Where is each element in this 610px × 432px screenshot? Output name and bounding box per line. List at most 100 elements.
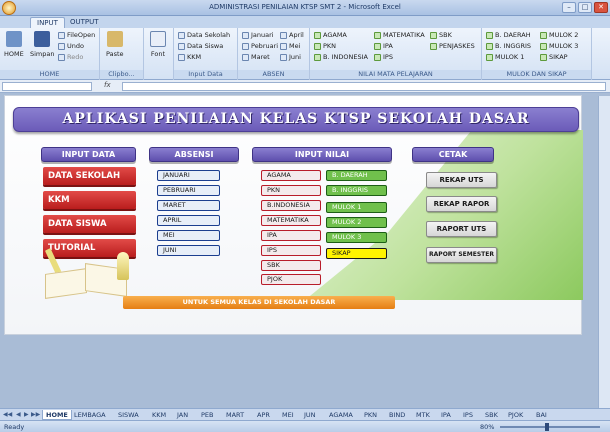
nilai-mulok2[interactable]: MULOK 2 [326, 217, 387, 228]
sheet-tab-agama[interactable]: AGAMA [326, 410, 356, 420]
sheet-tab-jun[interactable]: JUN [301, 410, 319, 420]
rekap-uts-button[interactable]: REKAP UTS [426, 172, 497, 188]
undo-button[interactable]: Undo [58, 42, 84, 50]
nilai-pjok[interactable]: PJOK [261, 274, 321, 285]
ribbon-mulok2[interactable]: MULOK 2 [540, 31, 578, 39]
font-button[interactable]: Font [150, 31, 166, 58]
paste-button[interactable]: Paste [106, 31, 124, 58]
ribbon-data-sekolah[interactable]: Data Sekolah [178, 31, 230, 39]
book-illustration [27, 248, 137, 299]
zoom-slider-thumb[interactable] [545, 423, 549, 431]
nilai-agama[interactable]: AGAMA [261, 170, 321, 181]
rekap-rapor-button[interactable]: REKAP RAPOR [426, 196, 497, 212]
dashboard-canvas: APLIKASI PENILAIAN KELAS KTSP SEKOLAH DA… [4, 95, 583, 335]
group-clipboard: Paste Clipbo... [100, 28, 144, 80]
grade-icon [430, 42, 437, 50]
grade-icon [430, 31, 437, 39]
nilai-ips[interactable]: IPS [261, 245, 321, 256]
sheet-tab-lembaga[interactable]: LEMBAGA [71, 410, 109, 420]
ribbon-maret[interactable]: Maret [242, 53, 270, 61]
ribbon-penjaskes[interactable]: PENJASKES [430, 42, 475, 50]
next-sheet-icon[interactable]: ▶ [24, 411, 29, 418]
first-sheet-icon[interactable]: ◀◀ [3, 411, 12, 418]
sheet-tab-bai[interactable]: BAI [533, 410, 550, 420]
ribbon-sikap[interactable]: SIKAP [540, 53, 568, 61]
raport-uts-button[interactable]: RAPORT UTS [426, 221, 497, 237]
sheet-tab-siswa[interactable]: SISWA [115, 410, 142, 420]
ribbon-sbk[interactable]: SBK [430, 31, 452, 39]
data-siswa-button[interactable]: DATA SISWA [43, 215, 136, 233]
nilai-ipa[interactable]: IPA [261, 230, 321, 241]
fileopen-button[interactable]: FileOpen [58, 31, 95, 39]
nilai-mulok1[interactable]: MULOK 1 [326, 202, 387, 213]
ribbon-bindonesia[interactable]: B. INDONESIA [314, 53, 368, 61]
maximize-button[interactable]: □ [578, 2, 592, 13]
tab-output[interactable]: OUTPUT [64, 17, 105, 28]
zoom-slider[interactable] [500, 423, 600, 431]
nilai-pkn[interactable]: PKN [261, 185, 321, 196]
nilai-bindonesia[interactable]: B.INDONESIA [261, 200, 321, 211]
ribbon-april[interactable]: April [280, 31, 304, 39]
ribbon-mei[interactable]: Mei [280, 42, 300, 50]
nilai-bdaerah[interactable]: B. DAERAH [326, 170, 387, 181]
sheet-tabs-bar: ◀◀ ◀ ▶ ▶▶ HOME LEMBAGA SISWA KKM JAN PEB… [0, 408, 610, 420]
save-button[interactable]: Simpan [30, 31, 55, 58]
ribbon-juni[interactable]: Juni [280, 53, 301, 61]
sheet-tab-pkn[interactable]: PKN [361, 410, 380, 420]
nilai-sikap[interactable]: SIKAP [326, 248, 387, 259]
ribbon-mulok3[interactable]: MULOK 3 [540, 42, 578, 50]
ribbon-matematika[interactable]: MATEMATIKA [374, 31, 425, 39]
ribbon-binggris[interactable]: B. INGGRIS [486, 42, 531, 50]
data-sekolah-button[interactable]: DATA SEKOLAH [43, 167, 136, 185]
nilai-binggris[interactable]: B. INGGRIS [326, 185, 387, 196]
ribbon-ipa[interactable]: IPA [374, 42, 393, 50]
vertical-scrollbar[interactable] [598, 96, 610, 408]
group-label-mulok: MULOK DAN SIKAP [482, 70, 591, 79]
absen-pebruari[interactable]: PEBRUARI [157, 185, 220, 196]
ribbon-januari[interactable]: Januari [242, 31, 274, 39]
group-input-data: Data Sekolah Data Siswa KKM Input Data [174, 28, 238, 80]
absen-maret[interactable]: MARET [157, 200, 220, 211]
kkm-button[interactable]: KKM [43, 191, 136, 209]
ribbon-kkm[interactable]: KKM [178, 53, 201, 61]
last-sheet-icon[interactable]: ▶▶ [31, 411, 40, 418]
ribbon-pkn[interactable]: PKN [314, 42, 336, 50]
absen-mei[interactable]: MEI [157, 230, 220, 241]
table-icon [178, 42, 185, 50]
ribbon-bdaerah[interactable]: B. DAERAH [486, 31, 531, 39]
prev-sheet-icon[interactable]: ◀ [16, 411, 21, 418]
sheet-tab-jan[interactable]: JAN [174, 410, 191, 420]
minimize-button[interactable]: – [562, 2, 576, 13]
sheet-tab-ipa[interactable]: IPA [438, 410, 454, 420]
absen-april[interactable]: APRIL [157, 215, 220, 226]
nilai-matematika[interactable]: MATEMATIKA [261, 215, 321, 226]
sheet-tab-apr[interactable]: APR [254, 410, 273, 420]
group-nilai: AGAMA PKN B. INDONESIA MATEMATIKA IPA IP… [310, 28, 482, 80]
name-box[interactable] [2, 82, 92, 91]
nilai-sbk[interactable]: SBK [261, 260, 321, 271]
sheet-tab-peb[interactable]: PEB [198, 410, 217, 420]
sheet-tab-kkm[interactable]: KKM [149, 410, 169, 420]
sheet-tab-pjok[interactable]: PJOK [505, 410, 526, 420]
ribbon-agama[interactable]: AGAMA [314, 31, 347, 39]
ribbon-data-siswa[interactable]: Data Siswa [178, 42, 223, 50]
nilai-mulok3[interactable]: MULOK 3 [326, 232, 387, 243]
ribbon-pebruari[interactable]: Pebruari [242, 42, 278, 50]
sheet-tab-sbk[interactable]: SBK [482, 410, 501, 420]
ribbon-ips[interactable]: IPS [374, 53, 393, 61]
raport-semester-button[interactable]: RAPORT SEMESTER [426, 247, 497, 263]
sheet-tab-mtk[interactable]: MTK [413, 410, 433, 420]
absen-januari[interactable]: JANUARI [157, 170, 220, 181]
redo-button[interactable]: Redo [58, 53, 83, 61]
sheet-tab-mart[interactable]: MART [223, 410, 247, 420]
sheet-tab-mei[interactable]: MEI [279, 410, 297, 420]
home-button[interactable]: HOME [4, 31, 24, 58]
absen-juni[interactable]: JUNI [157, 245, 220, 256]
close-button[interactable]: ✕ [594, 2, 608, 13]
sheet-tab-home[interactable]: HOME [42, 410, 72, 420]
formula-input[interactable] [122, 82, 606, 91]
sheet-tab-ips[interactable]: IPS [460, 410, 476, 420]
sheet-tab-bind[interactable]: BIND [386, 410, 408, 420]
ribbon-mulok1[interactable]: MULOK 1 [486, 53, 524, 61]
tab-input[interactable]: INPUT [30, 17, 65, 28]
